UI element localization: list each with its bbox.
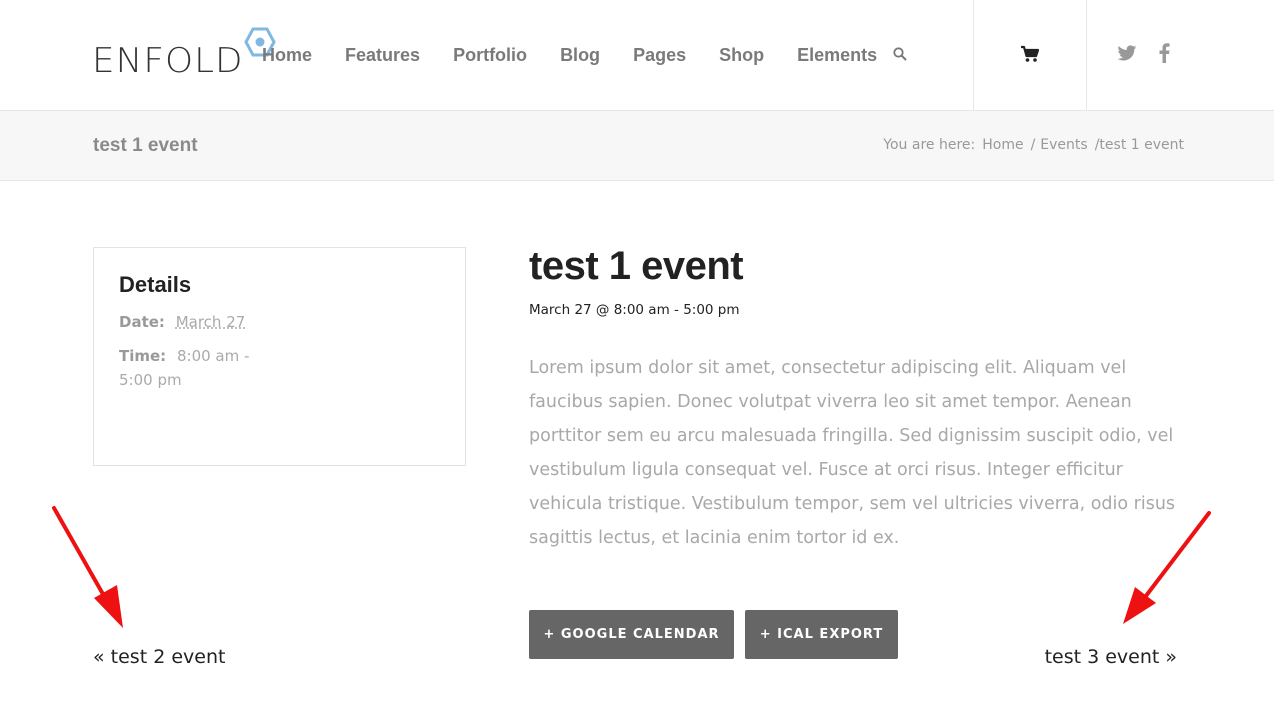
event-datetime: March 27 @ 8:00 am - 5:00 pm: [529, 302, 740, 318]
breadcrumb-separator: /: [1030, 137, 1036, 153]
breadcrumb-current: test 1 event: [1099, 137, 1184, 153]
search-icon[interactable]: [893, 47, 907, 61]
nav-item-shop[interactable]: Shop: [719, 45, 764, 66]
time-value-start: 8:00 am -: [176, 347, 250, 365]
time-value-end: 5:00 pm: [119, 371, 182, 389]
breadcrumb: You are here: Home / Events / test 1 eve…: [883, 137, 1184, 153]
twitter-icon[interactable]: [1117, 45, 1137, 62]
next-event-link[interactable]: test 3 event »: [1045, 646, 1177, 668]
details-date-row: Date: March 27: [119, 310, 245, 334]
site-header: ENFOLD Home Features Portfolio Blog Page…: [0, 0, 1274, 111]
breadcrumb-events-link[interactable]: Events: [1040, 137, 1087, 153]
date-value: March 27: [175, 313, 246, 331]
details-heading: Details: [119, 272, 192, 297]
breadcrumb-label: You are here:: [883, 137, 976, 153]
nav-item-home[interactable]: Home: [262, 45, 312, 66]
google-calendar-button[interactable]: + GOOGLE CALENDAR: [529, 610, 734, 659]
event-title: test 1 event: [529, 244, 744, 288]
nav-item-blog[interactable]: Blog: [560, 45, 600, 66]
site-logo[interactable]: ENFOLD: [92, 27, 276, 78]
previous-event-link[interactable]: « test 2 event: [93, 646, 225, 668]
details-time-row: Time: 8:00 am -: [119, 344, 249, 368]
date-label: Date:: [119, 313, 165, 331]
header-divider: [973, 0, 974, 110]
event-details-box: Details Date: March 27 Time: 8:00 am - 5…: [93, 247, 466, 466]
nav-item-elements[interactable]: Elements: [797, 45, 877, 66]
nav-item-portfolio[interactable]: Portfolio: [453, 45, 527, 66]
page-title: test 1 event: [93, 135, 198, 156]
details-time-row-cont: 5:00 pm: [119, 368, 182, 392]
ical-export-button[interactable]: + ICAL EXPORT: [745, 610, 898, 659]
event-description: Lorem ipsum dolor sit amet, consectetur …: [529, 358, 1176, 548]
breadcrumb-home-link[interactable]: Home: [982, 137, 1023, 153]
logo-text: ENFOLD: [92, 41, 244, 81]
nav-item-features[interactable]: Features: [345, 45, 420, 66]
main-nav: Home Features Portfolio Blog Pages Shop …: [262, 0, 910, 110]
annotation-arrow-left: [52, 506, 123, 628]
facebook-icon[interactable]: [1158, 43, 1170, 63]
header-divider: [1086, 0, 1087, 110]
time-label: Time:: [119, 347, 167, 365]
nav-item-pages[interactable]: Pages: [633, 45, 686, 66]
cart-icon[interactable]: [1020, 45, 1040, 63]
title-bar: test 1 event You are here: Home / Events…: [0, 111, 1274, 181]
